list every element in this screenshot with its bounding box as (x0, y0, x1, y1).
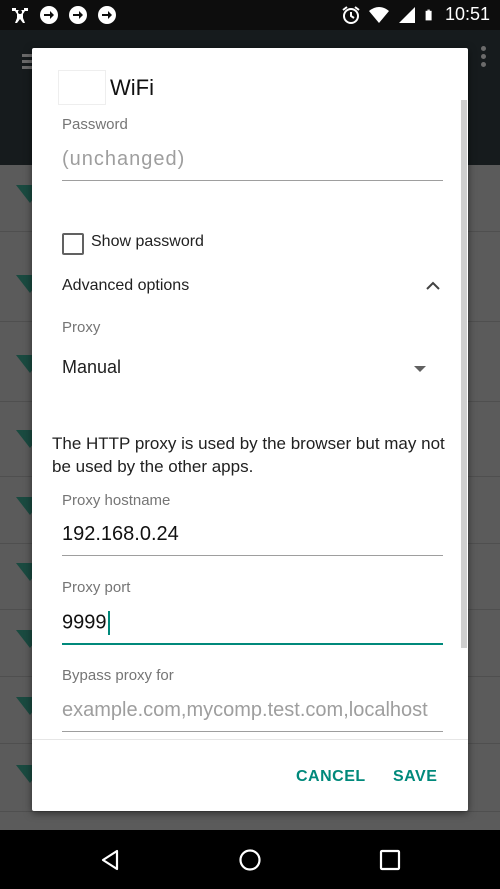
battery-icon (425, 9, 432, 20)
password-label: Password (62, 116, 128, 133)
dialog-header: WiFi (58, 70, 154, 105)
dropdown-arrow-icon[interactable] (414, 366, 426, 372)
advanced-options-toggle[interactable]: Advanced options (62, 277, 189, 295)
password-field[interactable]: (unchanged) (62, 144, 443, 181)
proxy-port-value: 9999 (62, 611, 107, 634)
home-icon[interactable] (238, 848, 262, 872)
proxy-select[interactable]: Manual (62, 357, 121, 378)
proxy-port-field[interactable]: 9999 (62, 607, 443, 645)
proxy-port-label: Proxy port (62, 579, 131, 596)
proxy-hostname-label: Proxy hostname (62, 492, 171, 509)
proxy-hostname-field[interactable]: 192.168.0.24 (62, 519, 443, 556)
back-icon[interactable] (98, 848, 122, 872)
wifi-icon (368, 6, 389, 23)
bypass-proxy-placeholder: example.com,mycomp.test.com,localhost (62, 699, 428, 721)
bypass-proxy-field[interactable]: example.com,mycomp.test.com,localhost (62, 695, 443, 732)
proxy-label: Proxy (62, 319, 101, 336)
navigation-bar (0, 830, 500, 889)
clock: 10:51 (444, 4, 490, 24)
more-options-icon[interactable] (481, 46, 486, 70)
chevron-up-icon[interactable] (425, 279, 441, 291)
bypass-proxy-label: Bypass proxy for (62, 667, 174, 684)
proxy-info-text: The HTTP proxy is used by the browser bu… (52, 434, 445, 476)
arrow-circle-icon (69, 6, 87, 24)
dialog-title: WiFi (110, 74, 154, 100)
dialog-divider (32, 739, 468, 740)
password-placeholder: (unchanged) (62, 148, 186, 170)
recents-icon[interactable] (378, 848, 402, 872)
proxy-hostname-value: 192.168.0.24 (62, 523, 179, 545)
save-button[interactable]: SAVE (393, 768, 437, 786)
arrow-circle-icon (40, 6, 58, 24)
signal-icon (398, 6, 415, 23)
cancel-button[interactable]: CANCEL (296, 768, 366, 786)
fitness-icon (12, 8, 28, 23)
show-password-label[interactable]: Show password (91, 233, 204, 251)
alarm-icon (342, 5, 360, 24)
text-cursor (107, 611, 110, 635)
show-password-checkbox[interactable] (62, 233, 84, 255)
arrow-circle-icon (98, 6, 116, 24)
wifi-config-dialog: WiFi Password (unchanged) Show password … (32, 48, 468, 811)
dialog-scrollbar[interactable] (461, 100, 467, 648)
status-bar: 10:51 (0, 0, 500, 30)
network-icon (58, 70, 106, 105)
